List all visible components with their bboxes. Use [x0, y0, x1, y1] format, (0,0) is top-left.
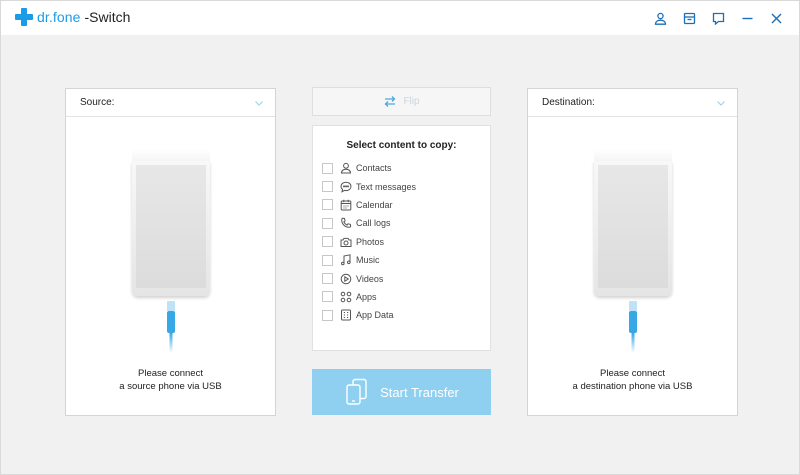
app-logo: dr.fone -Switch: [15, 8, 130, 26]
content-list: Contacts Text messages Calendar Call log…: [322, 159, 487, 325]
source-note-line2: a source phone via USB: [119, 381, 222, 392]
contacts-icon: [339, 162, 352, 175]
checkbox[interactable]: [322, 217, 333, 229]
checkbox[interactable]: [322, 291, 333, 303]
user-icon[interactable]: [651, 9, 669, 27]
transfer-phones-icon: [346, 378, 367, 405]
checkbox[interactable]: [322, 309, 333, 321]
close-icon[interactable]: [767, 9, 785, 27]
checkbox[interactable]: [322, 236, 333, 248]
destination-panel: Destination: Please connect a destinatio…: [527, 88, 738, 416]
destination-note-line1: Please connect: [600, 368, 665, 379]
cart-icon[interactable]: [680, 9, 698, 27]
usb-cable: [169, 333, 172, 353]
start-transfer-label: Start Transfer: [380, 384, 459, 400]
chevron-down-icon[interactable]: [715, 97, 727, 109]
feedback-icon[interactable]: [709, 9, 727, 27]
item-label: Apps: [356, 291, 377, 302]
list-item-videos[interactable]: Videos: [322, 269, 487, 287]
list-item-apps[interactable]: Apps: [322, 288, 487, 306]
start-transfer-button[interactable]: Start Transfer: [312, 369, 491, 415]
list-item-call-logs[interactable]: Call logs: [322, 214, 487, 232]
brand-name: dr.fone: [37, 9, 81, 25]
list-item-calendar[interactable]: Calendar: [322, 196, 487, 214]
call-logs-icon: [339, 217, 352, 230]
checkbox[interactable]: [322, 181, 333, 193]
chevron-down-icon[interactable]: [253, 97, 265, 109]
source-panel: Source: Please connect a source phone vi…: [65, 88, 276, 416]
content-selection-panel: Select content to copy: Contacts Text me…: [312, 125, 491, 351]
usb-plug: [166, 311, 175, 333]
calendar-icon: [339, 198, 352, 211]
usb-connector: [166, 301, 175, 311]
checkbox[interactable]: [322, 273, 333, 285]
list-item-app-data[interactable]: App Data: [322, 306, 487, 324]
destination-note-line2: a destination phone via USB: [572, 381, 693, 392]
phone-image: [131, 149, 210, 296]
title-actions: [651, 9, 785, 27]
item-label: Call logs: [356, 218, 391, 229]
item-label: Videos: [356, 273, 384, 284]
checkbox[interactable]: [322, 254, 333, 266]
checkbox[interactable]: [322, 199, 333, 211]
destination-selector[interactable]: Destination:: [528, 89, 737, 117]
phone-image: [593, 149, 672, 296]
list-item-music[interactable]: Music: [322, 251, 487, 269]
usb-connector: [628, 301, 637, 311]
item-label: Photos: [356, 236, 385, 247]
app-window: dr.fone -Switch Source: Please connect a…: [0, 0, 800, 475]
list-item-photos[interactable]: Photos: [322, 233, 487, 251]
source-phone-illustration: [66, 149, 275, 391]
checkbox[interactable]: [322, 162, 333, 174]
source-connect-message: Please connect a source phone via USB: [66, 367, 275, 393]
list-item-contacts[interactable]: Contacts: [322, 159, 487, 177]
item-label: Contacts: [356, 163, 392, 174]
list-item-text-messages[interactable]: Text messages: [322, 177, 487, 195]
minimize-icon[interactable]: [738, 9, 756, 27]
title-bar: dr.fone -Switch: [1, 1, 799, 35]
usb-plug: [628, 311, 637, 333]
music-icon: [339, 254, 352, 267]
videos-icon: [339, 272, 352, 285]
destination-connect-message: Please connect a destination phone via U…: [528, 367, 737, 393]
flip-button[interactable]: Flip: [312, 87, 491, 116]
item-label: Text messages: [356, 181, 417, 192]
product-name: -Switch: [84, 9, 131, 25]
flip-icon: [385, 96, 396, 107]
photos-icon: [339, 235, 352, 248]
messages-icon: [339, 180, 352, 193]
flip-label: Flip: [403, 96, 420, 107]
app-data-icon: [339, 309, 352, 322]
content-title: Select content to copy:: [346, 140, 457, 151]
source-selector[interactable]: Source:: [66, 89, 275, 117]
item-label: Calendar: [356, 199, 393, 210]
source-label: Source:: [80, 97, 115, 108]
destination-phone-illustration: [528, 149, 737, 391]
usb-cable: [631, 333, 634, 353]
item-label: Music: [356, 255, 380, 266]
item-label: App Data: [356, 310, 394, 321]
apps-icon: [339, 290, 352, 303]
source-note-line1: Please connect: [138, 368, 203, 379]
drfone-logo-icon: [15, 8, 33, 26]
destination-label: Destination:: [542, 97, 595, 108]
